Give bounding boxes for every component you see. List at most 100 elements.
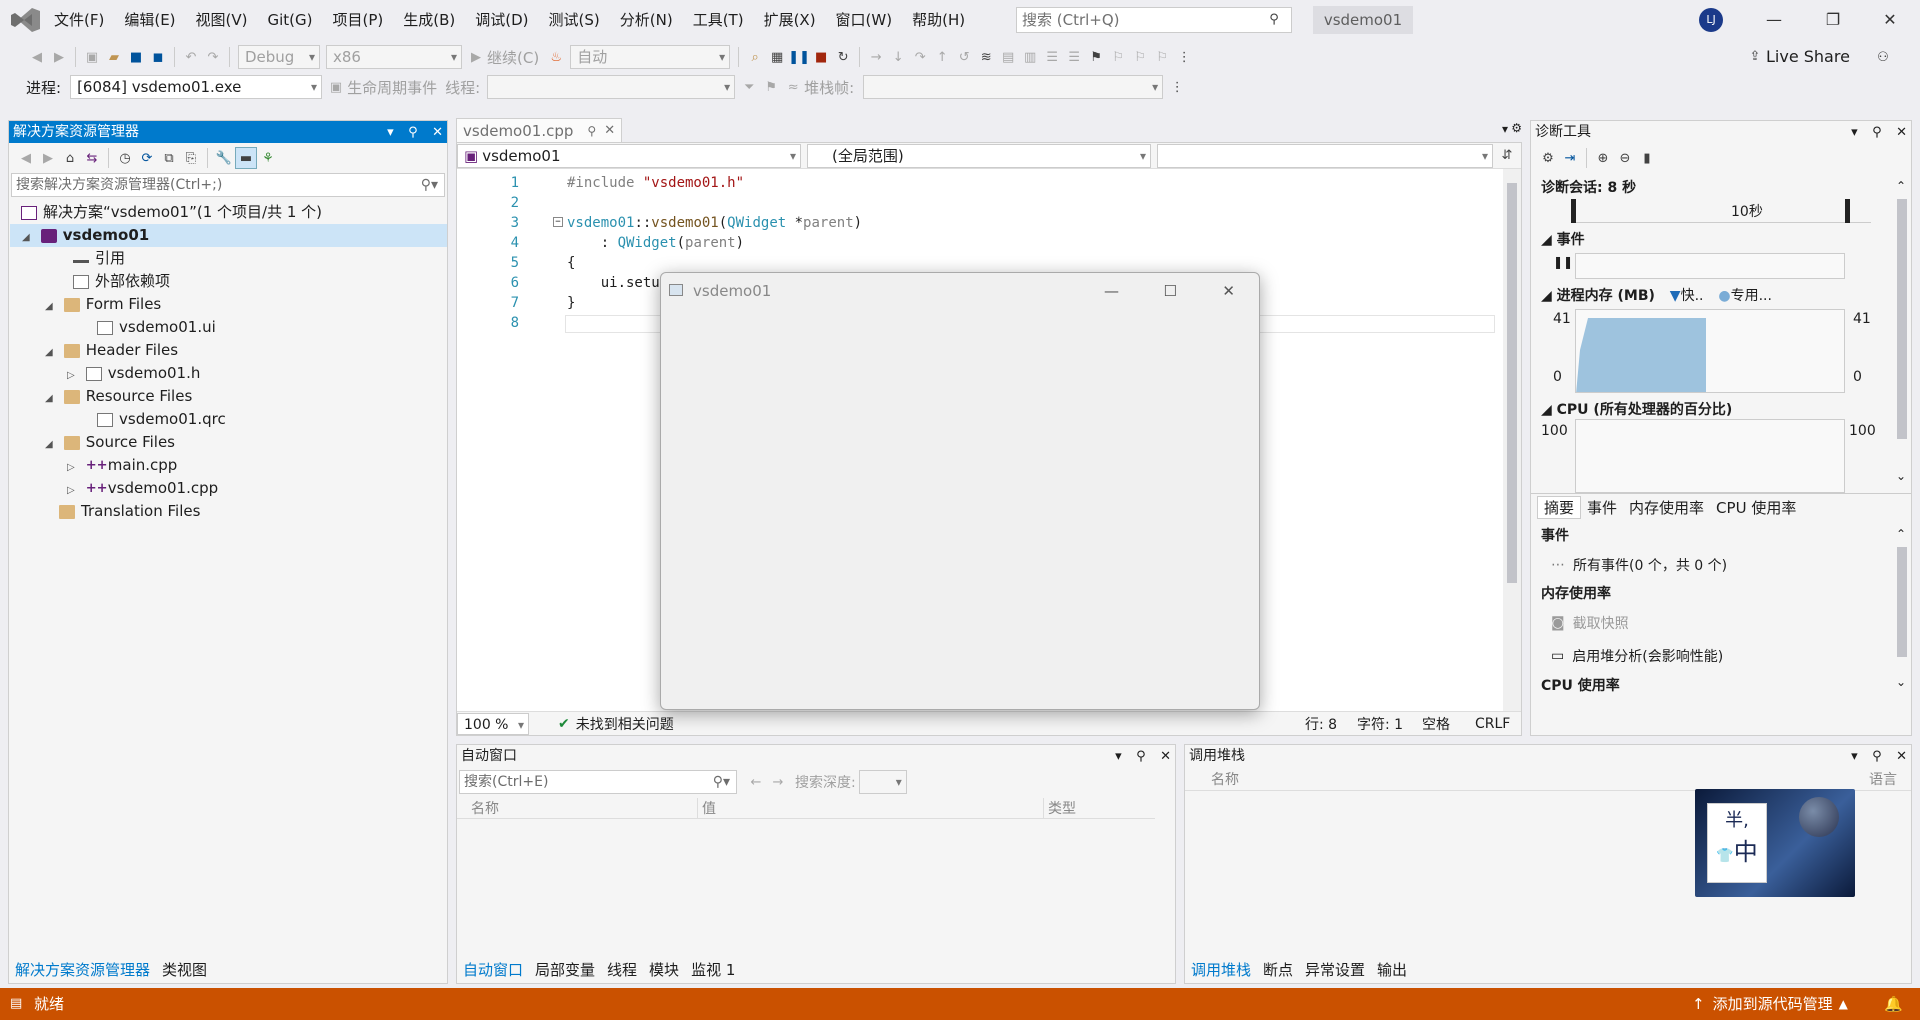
tree-external-deps[interactable]: 外部依赖项: [73, 270, 170, 293]
tree-translation-files[interactable]: Translation Files: [59, 500, 200, 523]
expand-arrow-icon[interactable]: ◢: [45, 387, 59, 410]
tab-summary[interactable]: 摘要: [1537, 496, 1582, 519]
take-snapshot-button[interactable]: ◙ 截取快照: [1551, 613, 1629, 633]
dropdown-icon[interactable]: ▾: [1851, 749, 1858, 764]
feedback-icon[interactable]: ⚇: [1872, 46, 1894, 68]
lifecycle-events[interactable]: 生命周期事件: [347, 77, 437, 98]
line-indicator[interactable]: 行: 8: [1305, 714, 1337, 734]
enable-heap-profiling-button[interactable]: ▭ 启用堆分析(会影响性能): [1551, 646, 1723, 666]
next-bookmark-icon[interactable]: ⚐: [1129, 46, 1151, 68]
menu-analyze[interactable]: 分析(N): [610, 0, 683, 40]
zoom-out-icon[interactable]: ⊖: [1614, 147, 1636, 169]
summary-scrollbar[interactable]: ⌃ ⌄: [1893, 521, 1911, 701]
live-share-button[interactable]: ⇪ Live Share: [1744, 45, 1850, 67]
pin-icon[interactable]: ⚲: [587, 124, 596, 138]
menu-tools[interactable]: 工具(T): [683, 0, 754, 40]
tree-resource-files[interactable]: ◢ Resource Files: [45, 385, 192, 408]
app-close-button[interactable]: ✕: [1222, 273, 1235, 309]
pin-icon[interactable]: ⚲: [408, 125, 418, 140]
configuration-select[interactable]: Debug: [238, 45, 320, 69]
column-value[interactable]: 值: [697, 797, 716, 818]
flag-icon[interactable]: ⚑: [760, 76, 782, 98]
save-icon[interactable]: ■: [125, 46, 147, 68]
tab-output[interactable]: 输出: [1371, 957, 1413, 983]
tree-references[interactable]: 引用: [73, 247, 125, 270]
column-name[interactable]: 名称: [1211, 769, 1239, 789]
tab-memory-usage[interactable]: 内存使用率: [1623, 497, 1710, 518]
tree-form-files[interactable]: ◢ Form Files: [45, 293, 161, 316]
home-icon[interactable]: ⌂: [59, 147, 81, 169]
thread-icon[interactable]: ≋: [975, 46, 997, 68]
switch-view-icon[interactable]: ⇆: [81, 147, 103, 169]
project-nav-select[interactable]: ▣ vsdemo01: [457, 143, 801, 168]
forward-icon[interactable]: →: [767, 771, 789, 793]
preview-icon[interactable]: ▬: [235, 147, 257, 169]
diagnostics-scrollbar[interactable]: ⌃ ⌄: [1893, 173, 1911, 493]
cpu-chart[interactable]: [1575, 419, 1845, 493]
layout2-icon[interactable]: ▥: [1019, 46, 1041, 68]
app-window-vsdemo01[interactable]: vsdemo01 — ☐ ✕: [660, 272, 1260, 710]
tree-source-files[interactable]: ◢ Source Files: [45, 431, 175, 454]
tab-cpu-usage[interactable]: CPU 使用率: [1710, 497, 1802, 518]
filter-icon[interactable]: ⏷: [738, 76, 760, 98]
issues-status[interactable]: 未找到相关问题: [576, 714, 674, 734]
restart-icon[interactable]: ↻: [832, 46, 854, 68]
tab-class-view[interactable]: 类视图: [156, 957, 213, 983]
forward-icon[interactable]: ▶: [48, 46, 70, 68]
zoom-in-icon[interactable]: ⊕: [1592, 147, 1614, 169]
expand-arrow-icon[interactable]: ◢: [45, 295, 59, 318]
settings-icon[interactable]: ⚙: [1537, 147, 1559, 169]
pause-icon[interactable]: ❚❚: [788, 46, 810, 68]
tab-list-icon[interactable]: ▾: [1502, 122, 1508, 136]
toolbar2-overflow-icon[interactable]: ⋮: [1166, 76, 1188, 98]
step-back-icon[interactable]: ↺: [953, 46, 975, 68]
tab-modules[interactable]: 模块: [643, 957, 685, 983]
scroll-down-icon[interactable]: ⌄: [1896, 469, 1906, 483]
show-next-statement-icon[interactable]: →: [865, 46, 887, 68]
close-icon[interactable]: ✕: [1896, 749, 1907, 764]
timeline-end-marker[interactable]: [1845, 199, 1850, 223]
redo-icon[interactable]: ↷: [202, 46, 224, 68]
tree-ui-file[interactable]: vsdemo01.ui: [97, 316, 216, 339]
stop-icon[interactable]: ■: [810, 46, 832, 68]
forward-icon[interactable]: ▶: [37, 147, 59, 169]
char-indicator[interactable]: 字符: 1: [1357, 714, 1403, 734]
dropdown-icon[interactable]: ▾: [387, 125, 394, 140]
add-to-source-control-button[interactable]: ↑ 添加到源代码管理 ▲: [1692, 988, 1848, 1020]
tab-call-stack[interactable]: 调用堆栈: [1185, 957, 1258, 983]
menu-debug[interactable]: 调试(D): [465, 0, 538, 40]
scroll-down-icon[interactable]: ⌄: [1896, 675, 1906, 689]
outdent-icon[interactable]: ☰: [1063, 46, 1085, 68]
column-type[interactable]: 类型: [1043, 797, 1076, 818]
close-icon[interactable]: ✕: [1160, 749, 1171, 764]
back-icon[interactable]: ◀: [15, 147, 37, 169]
hot-reload-icon[interactable]: ♨: [545, 46, 567, 68]
search-input[interactable]: 搜索 (Ctrl+Q) ⚲: [1016, 7, 1292, 33]
tree-h-file[interactable]: ▷ vsdemo01.h: [67, 362, 200, 385]
sync-icon[interactable]: ⟳: [136, 147, 158, 169]
restore-button[interactable]: ❐: [1805, 0, 1861, 40]
back-icon[interactable]: ◀: [26, 46, 48, 68]
collapse-arrow-icon[interactable]: ▷: [67, 364, 81, 387]
platform-select[interactable]: x86: [326, 45, 462, 69]
tree-qrc-file[interactable]: vsdemo01.qrc: [97, 408, 226, 431]
search-depth-select[interactable]: [858, 770, 907, 794]
app-minimize-button[interactable]: —: [1104, 273, 1119, 309]
collapse-arrow-icon[interactable]: ▷: [67, 479, 81, 502]
timeline-start-marker[interactable]: [1571, 199, 1576, 223]
all-events-link[interactable]: ⋯ 所有事件(0 个，共 0 个): [1551, 555, 1727, 575]
tab-threads[interactable]: 线程: [601, 957, 643, 983]
tab-solution-explorer[interactable]: 解决方案资源管理器: [9, 957, 157, 983]
collapse-arrow-icon[interactable]: ▷: [67, 456, 81, 479]
step-into-icon[interactable]: ↓: [887, 46, 909, 68]
collapse-all-icon[interactable]: ⧉: [158, 147, 180, 169]
ime-floating-widget[interactable]: 半, 👕中: [1695, 789, 1855, 897]
menu-build[interactable]: 生成(B): [393, 0, 465, 40]
minimize-button[interactable]: —: [1746, 0, 1802, 40]
pin-icon[interactable]: ⚲: [1872, 749, 1882, 764]
expand-arrow-icon[interactable]: ◢: [45, 341, 59, 364]
menu-test[interactable]: 测试(S): [539, 0, 610, 40]
settings-icon[interactable]: ⚙: [1511, 121, 1522, 135]
scrollbar-thumb[interactable]: [1897, 547, 1907, 657]
open-folder-icon[interactable]: ▰: [103, 46, 125, 68]
